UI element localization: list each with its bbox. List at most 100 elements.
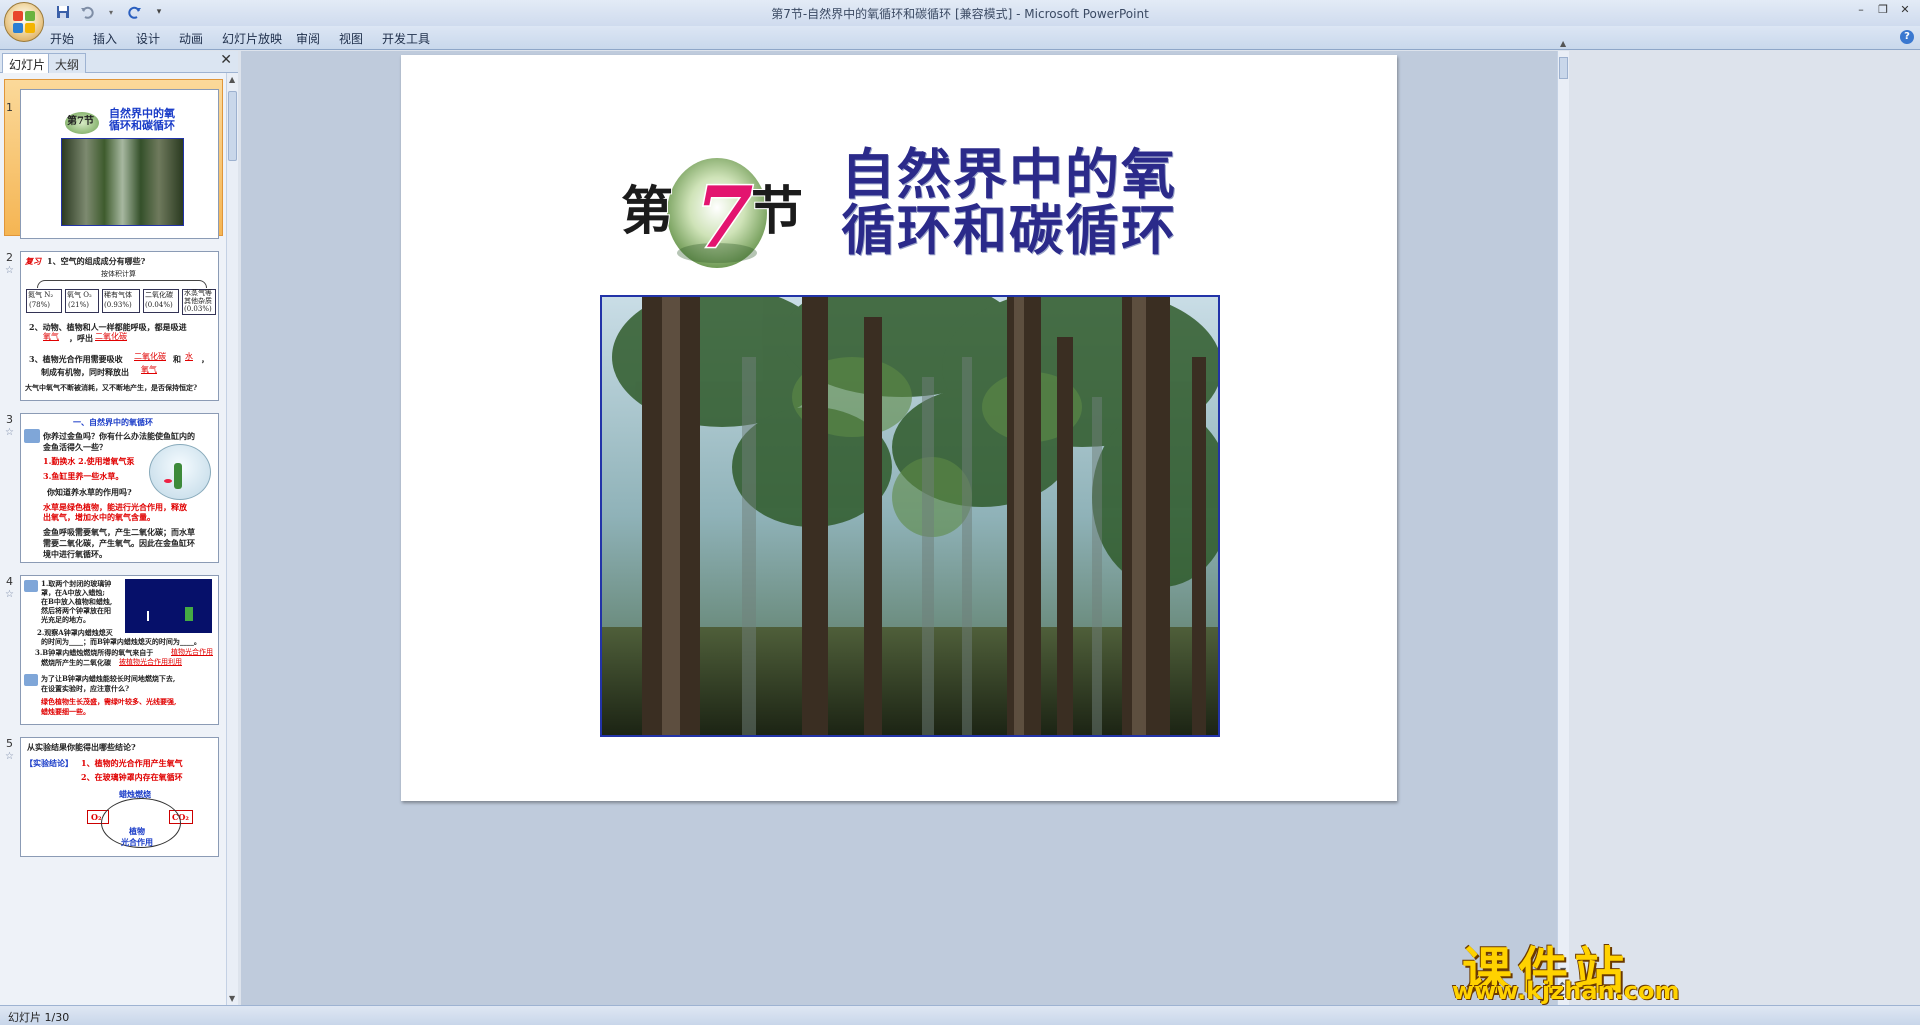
thumb-answer: 1、植物的光合作用产生氧气 <box>81 758 183 768</box>
animation-star-icon: ☆ <box>5 265 14 276</box>
tab-animations[interactable]: 动画 <box>179 30 203 47</box>
thumb-text: 氮气 N₂ <box>28 291 54 299</box>
scroll-up-icon[interactable]: ▲ <box>229 75 235 84</box>
thumbnail-slide-5[interactable]: 从实验结果你能得出哪些结论? 【实验结论】 1、植物的光合作用产生氧气 2、在玻… <box>20 737 219 857</box>
thumb-text: 【实验结论】 <box>25 758 73 768</box>
thumb-answer: 被植物光合作用利用 <box>119 658 182 666</box>
thumbnail-slide-3[interactable]: 一、自然界中的氧循环 你养过金鱼吗？你有什么办法能使鱼缸内的 金鱼活得久一些？ … <box>20 413 219 563</box>
watermark-logo: 课件站 www.kjzhan.com <box>1440 935 1910 1005</box>
thumbnail-scrollbar[interactable]: ▲ ▼ <box>226 73 238 1005</box>
thumb-text: 2、动物、植物和人一样都能呼吸，都是吸进 <box>29 322 187 332</box>
thumb-answer: 氧气 <box>43 332 59 341</box>
tab-slideshow[interactable]: 幻灯片放映 <box>222 30 282 47</box>
thumb-text: ，呼出 <box>69 333 93 343</box>
thumb-text: (78%) <box>29 301 51 309</box>
scroll-down-icon[interactable]: ▼ <box>229 994 235 1003</box>
thumb-answer: 3.鱼缸里养一些水草。 <box>43 471 124 481</box>
thumbnail-number: 5 <box>6 737 13 750</box>
thumbnail-slide-1[interactable]: 第7节 自然界中的氧 循环和碳循环 <box>20 89 219 239</box>
thumb-text: 植物 <box>129 826 145 836</box>
tab-review[interactable]: 审阅 <box>296 30 320 47</box>
thumbnail-number: 1 <box>6 101 13 114</box>
thumb-title-line2: 循环和碳循环 <box>109 119 175 132</box>
thumb-badge-text: 第7节 <box>67 116 94 127</box>
window-title: 第7节-自然界中的氧循环和碳循环 [兼容模式] - Microsoft Powe… <box>771 7 1149 21</box>
slide-thumbnails: 1 第7节 自然界中的氧 循环和碳循环 2 ☆ 复习 1、空气的组成成分有哪些?… <box>0 73 226 1005</box>
thumb-answer: 水草是绿色植物，能进行光合作用，释放 <box>43 502 187 512</box>
watermark-url: www.kjzhan.com <box>1452 977 1680 1005</box>
thumbnail-number: 3 <box>6 413 13 426</box>
thumb-answer: 蜡烛要细一些。 <box>41 707 90 716</box>
thumb-text: 2.观察A钟罩内蜡烛熄灭 <box>37 628 113 637</box>
slide-canvas[interactable]: 第 7 节 自然界中的氧 循环和碳循环 <box>401 55 1397 801</box>
thumb-answer: 2、在玻璃钟罩内存在氧循环 <box>81 772 183 782</box>
thumb-text: 氧气 O₂ <box>67 291 92 299</box>
tab-design[interactable]: 设计 <box>136 30 160 47</box>
restore-icon[interactable]: ❐ <box>1872 0 1894 18</box>
thumb-answer: 植物光合作用 <box>171 648 213 656</box>
thumb-text: 其他杂质 <box>184 297 212 305</box>
thumb-text: 金鱼活得久一些？ <box>43 442 107 452</box>
editor-scrollbar[interactable]: ▲ ▼ ⏶ ⏷ <box>1557 39 1569 1005</box>
thumb-text: 1.取两个封闭的玻璃钟 <box>41 579 112 588</box>
thumb-text: 金鱼呼吸需要氧气，产生二氧化碳；而水草 <box>43 527 195 537</box>
close-panel-icon[interactable]: ✕ <box>220 52 232 68</box>
slide-title-line1: 自然界中的氧 <box>841 143 1177 206</box>
window-controls: – ❐ ✕ <box>1850 0 1916 18</box>
animation-star-icon: ☆ <box>5 427 14 438</box>
thumb-text: 和 <box>173 354 181 364</box>
thumbnail-slide-4[interactable]: 1.取两个封闭的玻璃钟 罩，在A中放入蜡烛; 在B中放入植物和蜡烛, 然后将两个… <box>20 575 219 725</box>
thumb-text: 燃烧所产生的二氧化碳 <box>41 658 111 667</box>
scroll-up-icon[interactable]: ▲ <box>1560 39 1566 48</box>
review-label: 复习 <box>25 256 41 266</box>
thumbnail-number: 2 <box>6 251 13 264</box>
thumb-text: 光充足的地方。 <box>41 615 90 624</box>
office-button[interactable] <box>4 2 44 42</box>
thumb-text: 境中进行氧循环。 <box>43 549 107 559</box>
fishbowl-image <box>149 444 211 500</box>
thumb-text: 罩，在A中放入蜡烛; <box>41 588 106 597</box>
tab-developer[interactable]: 开发工具 <box>382 30 430 47</box>
scroll-thumb[interactable] <box>228 91 237 161</box>
thumb-answer: 二氧化碳 <box>134 352 166 361</box>
thumb-text: (0.04%) <box>145 301 173 309</box>
experiment-image <box>125 579 212 633</box>
tab-outline[interactable]: 大纲 <box>48 53 87 73</box>
brace <box>37 280 207 288</box>
thumb-text: 光合作用 <box>121 837 153 847</box>
forest-image[interactable] <box>600 295 1220 737</box>
animation-star-icon: ☆ <box>5 751 14 762</box>
thumb-text: 3.B钟罩内蜡烛燃烧所得的氧气来自于 <box>35 648 154 657</box>
save-icon[interactable] <box>54 4 72 20</box>
scroll-thumb[interactable] <box>1559 57 1568 79</box>
tab-insert[interactable]: 插入 <box>93 30 117 47</box>
thumb-answer: 水 <box>185 352 193 361</box>
badge-char-2: 节 <box>751 181 803 242</box>
thumb-text: 为了让B钟罩内蜡烛能较长时间地燃烧下去, <box>41 674 176 683</box>
close-icon[interactable]: ✕ <box>1894 0 1916 18</box>
book-icon <box>24 674 38 686</box>
slide-title[interactable]: 自然界中的氧 循环和碳循环 <box>841 147 1177 259</box>
book-icon <box>24 580 38 592</box>
tab-home[interactable]: 开始 <box>50 30 74 47</box>
minimize-icon[interactable]: – <box>1850 0 1872 18</box>
undo-dropdown-icon[interactable]: ▾ <box>102 4 120 20</box>
help-icon[interactable]: ? <box>1900 30 1914 44</box>
thumb-text: O₂ <box>91 812 102 822</box>
quick-access-toolbar: ▾ ▾ <box>54 4 168 20</box>
thumb-answer: 氧气 <box>141 365 157 374</box>
thumb-text: 3、植物光合作用需要吸收 <box>29 354 123 364</box>
tab-slides[interactable]: 幻灯片 <box>2 53 53 73</box>
customize-toolbar-icon[interactable]: ▾ <box>150 4 168 20</box>
title-bar: 第7节-自然界中的氧循环和碳循环 [兼容模式] - Microsoft Powe… <box>0 0 1920 26</box>
thumb-text: 水蒸气等 <box>184 289 212 297</box>
thumb-text: (0.93%) <box>104 301 132 309</box>
office-logo-icon <box>13 11 35 33</box>
book-icon <box>24 429 40 443</box>
thumbnail-slide-2[interactable]: 复习 1、空气的组成成分有哪些? 按体积计算 氮气 N₂ (78%) 氧气 O₂… <box>20 251 219 401</box>
tab-view[interactable]: 视图 <box>339 30 363 47</box>
thumb-text: ， <box>201 354 209 364</box>
redo-icon[interactable] <box>126 4 144 20</box>
undo-icon[interactable] <box>78 4 96 20</box>
thumb-text: 1、空气的组成成分有哪些? <box>47 256 146 266</box>
